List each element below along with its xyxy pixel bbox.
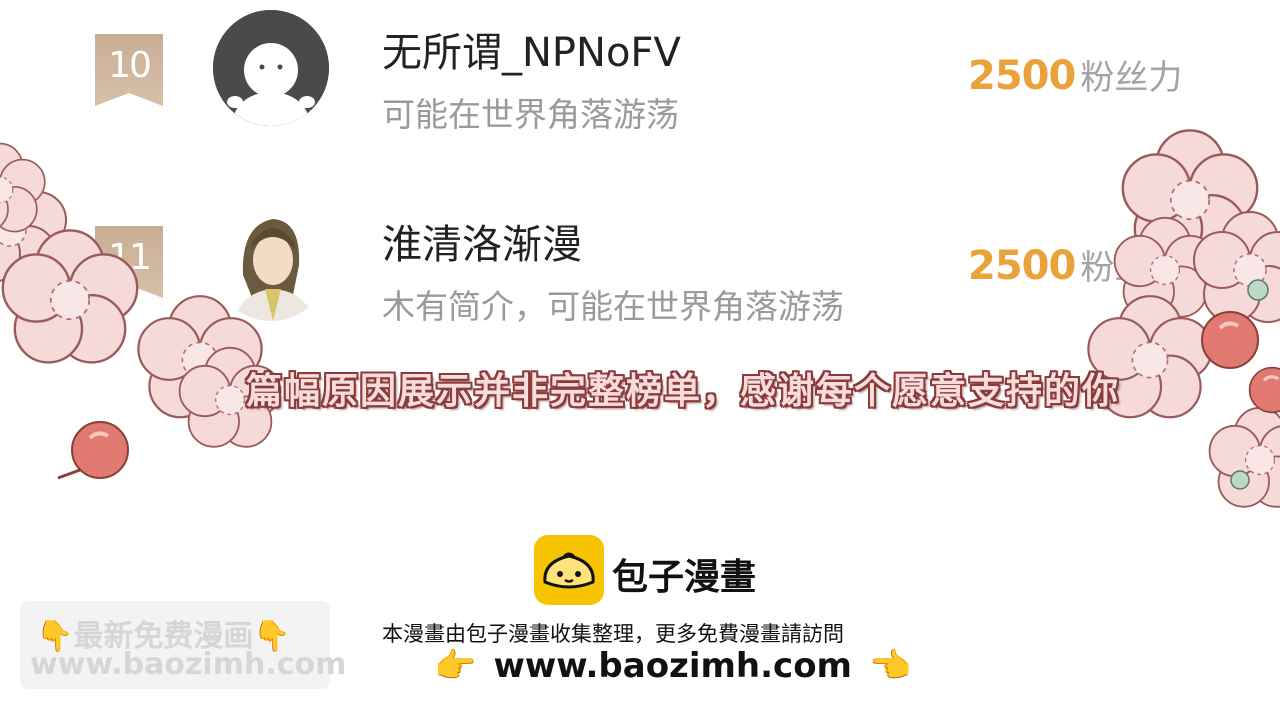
watermark-box: 👇最新免费漫画👇 www.baozimh.com <box>20 601 346 689</box>
site-url-link[interactable]: www.baozimh.com <box>493 646 852 686</box>
site-link-row[interactable]: 👉 www.baozimh.com 👈 <box>434 646 911 686</box>
brand-name: 包子漫畫 <box>612 557 757 598</box>
watermark-url: www.baozimh.com <box>30 647 347 682</box>
baozi-logo-icon <box>534 535 604 605</box>
brand-description: 本漫畫由包子漫畫收集整理，更多免費漫畫請訪問 <box>382 622 844 646</box>
pointing-right-hand-icon: 👉 <box>434 646 477 686</box>
cherry-blossom-decoration <box>0 129 1280 508</box>
pointing-left-hand-icon: 👈 <box>869 646 912 686</box>
baozi-logo <box>533 534 605 606</box>
notice-banner: 篇幅原因展示并非完整榜单，感谢每个愿意支持的你 <box>246 371 1121 412</box>
